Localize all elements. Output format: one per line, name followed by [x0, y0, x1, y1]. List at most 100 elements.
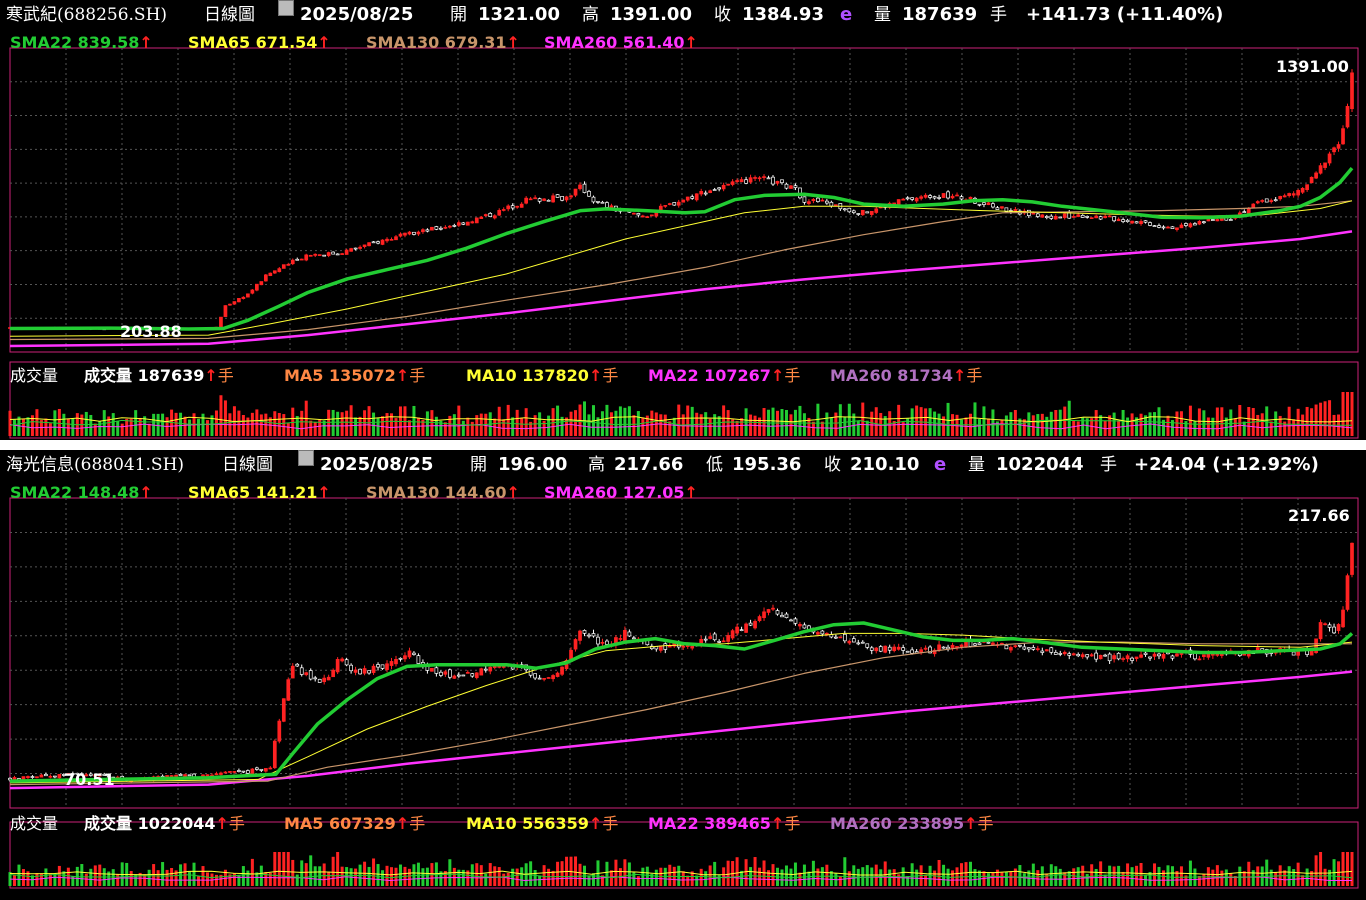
- candle-body: [412, 652, 416, 655]
- volume-bar: [574, 856, 578, 886]
- candle-body: [1107, 215, 1112, 218]
- volume-bar: [1153, 863, 1157, 886]
- volume-bar: [1031, 415, 1035, 436]
- candle-body: [1148, 222, 1152, 226]
- candle-body: [632, 212, 636, 215]
- volume-bar: [1117, 420, 1121, 436]
- volume-bar: [345, 410, 349, 436]
- volume-bar: [511, 868, 515, 886]
- volume-bar: [475, 863, 479, 886]
- candle-body: [430, 226, 434, 231]
- candle-body: [223, 771, 228, 774]
- candle-body: [299, 258, 304, 261]
- candle-body: [950, 195, 955, 199]
- volume-value: 187639: [902, 4, 978, 25]
- legend-value: 607329: [329, 814, 396, 833]
- period-label[interactable]: 日線圖: [222, 450, 273, 480]
- candle-body: [645, 216, 650, 218]
- candle-body: [1053, 215, 1058, 220]
- volume-bar: [165, 869, 169, 886]
- candle-body: [1161, 226, 1166, 229]
- candle-body: [865, 643, 870, 648]
- candle-body: [434, 226, 439, 230]
- candle-body: [1018, 644, 1022, 647]
- volume-bar: [973, 869, 977, 886]
- candle-body: [1103, 215, 1107, 219]
- volume-bar: [313, 422, 317, 436]
- volume-bar: [170, 868, 174, 886]
- volume-bar: [475, 415, 479, 436]
- candle-body: [712, 633, 717, 641]
- candle-body: [268, 767, 273, 770]
- legend-sma130: SMA130 144.60↑: [366, 483, 520, 502]
- volume-bar: [708, 418, 712, 436]
- chart-panel-cambricon: 寒武紀(688256.SH) 日線圖 2025/08/25 開 1321.00 …: [0, 0, 1366, 440]
- candle-body: [896, 646, 901, 650]
- high-label: 高: [582, 5, 599, 25]
- candle-body: [905, 650, 910, 653]
- volume-bar: [398, 864, 402, 886]
- volume-bar: [704, 871, 708, 886]
- volume-bar: [1287, 406, 1291, 436]
- candle-body: [479, 216, 484, 219]
- volume-bar: [515, 409, 519, 436]
- candle-body: [448, 669, 452, 678]
- volume-bar: [1242, 421, 1246, 436]
- volume-bar: [1350, 392, 1354, 436]
- arrow-up-icon: ↑: [139, 33, 153, 52]
- legend-name: SMA260: [544, 483, 623, 502]
- volume-bar: [986, 873, 990, 886]
- candle-body: [515, 205, 520, 208]
- volume-bar: [614, 410, 618, 436]
- candle-body: [497, 210, 502, 216]
- candle-body: [703, 638, 708, 641]
- candle-body: [1080, 214, 1085, 218]
- volume-bar: [1036, 414, 1040, 436]
- candle-body: [1188, 223, 1193, 228]
- candle-body: [910, 197, 914, 200]
- volume-label: 量: [968, 455, 985, 475]
- volume-bar: [771, 864, 775, 886]
- candle-body: [394, 236, 398, 241]
- candle-body: [627, 631, 632, 637]
- period-label[interactable]: 日線圖: [204, 0, 255, 30]
- candle-body: [308, 670, 313, 680]
- volume-bar: [820, 421, 824, 436]
- volume-bar: [933, 870, 937, 886]
- legend-sma260: SMA260 561.40↑: [544, 33, 698, 52]
- volume-bar: [924, 875, 928, 886]
- candle-body: [304, 254, 309, 261]
- candle-body: [1121, 658, 1125, 660]
- volume-bar: [372, 858, 376, 886]
- candle-body: [1121, 219, 1125, 222]
- candle-body: [753, 621, 757, 629]
- volume-bar: [66, 867, 70, 886]
- ticker-name[interactable]: 海光信息(688041.SH): [6, 450, 184, 480]
- price-volume-chart[interactable]: [0, 480, 1366, 900]
- candle-body: [573, 639, 578, 650]
- volume-title: 成交量: [10, 814, 59, 833]
- candle-body: [744, 623, 748, 633]
- candle-body: [1327, 153, 1332, 164]
- candle-body: [730, 630, 735, 639]
- candle-body: [681, 645, 686, 648]
- volume-bar: [1103, 874, 1107, 886]
- candle-body: [1309, 650, 1314, 656]
- candle-body: [272, 270, 277, 274]
- candle-body: [667, 645, 672, 648]
- candle-body: [519, 203, 524, 208]
- candle-body: [937, 197, 941, 199]
- candle-body: [833, 204, 838, 207]
- candle-body: [816, 197, 820, 202]
- candle-body: [959, 644, 964, 648]
- volume-bar: [1040, 413, 1044, 436]
- volume-bar: [1197, 408, 1201, 436]
- candle-body: [223, 305, 228, 317]
- ticker-name[interactable]: 寒武紀(688256.SH): [6, 0, 167, 30]
- open-value: 1321.00: [478, 4, 560, 25]
- volume-bar: [156, 413, 160, 436]
- volume-bar: [1337, 861, 1341, 886]
- candle-body: [1071, 653, 1076, 656]
- candle-body: [1080, 654, 1085, 658]
- candle-body: [1175, 227, 1179, 230]
